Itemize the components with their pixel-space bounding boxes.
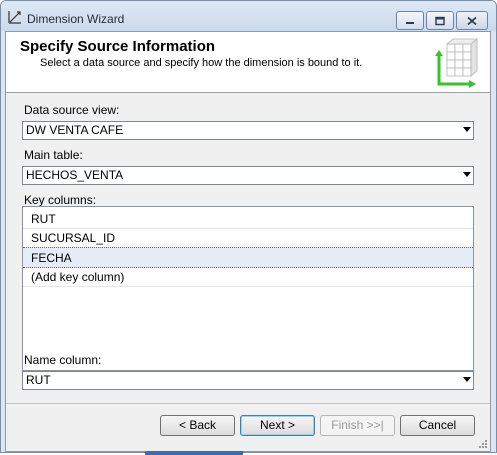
minimize-icon xyxy=(406,21,414,24)
maximize-button[interactable] xyxy=(426,11,454,30)
page-title: Specify Source Information xyxy=(20,38,216,55)
title-bar[interactable]: Dimension Wizard xyxy=(1,1,496,31)
footer-divider xyxy=(6,403,490,404)
key-columns-list[interactable]: RUT SUCURSAL_ID FECHA (Add key column) xyxy=(22,206,474,371)
main-table-value: HECHOS_VENTA xyxy=(26,168,124,182)
next-button[interactable]: Next > xyxy=(240,415,315,436)
data-source-view-label: Data source view: xyxy=(24,103,120,117)
close-button[interactable] xyxy=(456,11,488,30)
key-columns-label: Key columns: xyxy=(24,193,97,207)
add-key-column-item[interactable]: (Add key column) xyxy=(23,267,473,287)
main-table-label: Main table: xyxy=(24,148,83,162)
maximize-icon xyxy=(435,16,445,25)
chevron-down-icon[interactable] xyxy=(463,172,471,177)
back-button[interactable]: < Back xyxy=(160,415,235,436)
wizard-client-area: Specify Source Information Select a data… xyxy=(5,31,491,452)
close-icon xyxy=(467,16,477,25)
window-title: Dimension Wizard xyxy=(27,12,125,26)
list-item-label: RUT xyxy=(31,212,56,226)
page-subtitle: Select a data source and specify how the… xyxy=(40,57,363,69)
list-item-label: FECHA xyxy=(31,251,72,265)
data-source-view-value: DW VENTA CAFE xyxy=(26,123,124,137)
minimize-button[interactable] xyxy=(396,11,424,30)
chevron-down-icon[interactable] xyxy=(463,127,471,132)
list-item-selected[interactable]: FECHA xyxy=(23,247,473,268)
list-item-label: (Add key column) xyxy=(31,270,125,284)
name-column-value: RUT xyxy=(26,373,51,387)
dimension-wizard-window: Dimension Wizard Specify Source Informat… xyxy=(0,0,497,453)
wizard-header: Specify Source Information Select a data… xyxy=(6,32,490,93)
finish-button[interactable]: Finish >>| xyxy=(320,415,395,436)
wizard-icon xyxy=(8,11,21,24)
dimension-cube-icon xyxy=(435,38,479,88)
name-column-label: Name column: xyxy=(24,353,102,367)
resize-grip-icon[interactable] xyxy=(478,439,488,449)
taskbar-strip xyxy=(145,451,243,455)
list-item-label: SUCURSAL_ID xyxy=(31,231,116,245)
list-item[interactable]: SUCURSAL_ID xyxy=(23,228,473,248)
data-source-view-dropdown[interactable]: DW VENTA CAFE xyxy=(22,121,474,140)
main-table-dropdown[interactable]: HECHOS_VENTA xyxy=(22,166,474,185)
cancel-button[interactable]: Cancel xyxy=(400,415,475,436)
list-item[interactable]: RUT xyxy=(23,209,473,229)
name-column-dropdown[interactable]: RUT xyxy=(22,371,474,390)
chevron-down-icon[interactable] xyxy=(463,377,471,382)
